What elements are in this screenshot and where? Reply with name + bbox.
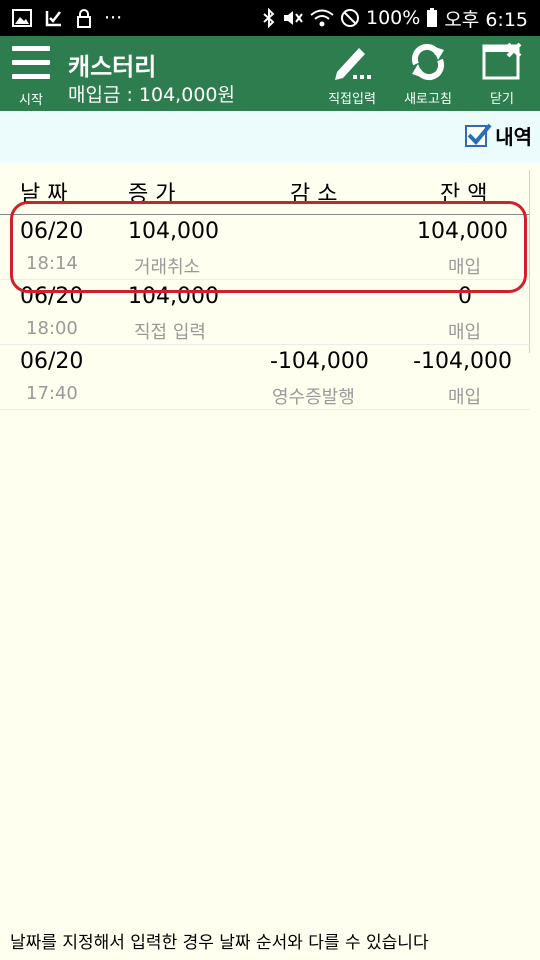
header-increase: 증 가 xyxy=(128,182,176,207)
refresh-label: 새로고침 xyxy=(404,92,452,107)
refresh-icon xyxy=(406,42,450,82)
checkbox-checked-icon xyxy=(465,123,492,147)
menu-button[interactable]: 시작 xyxy=(6,40,56,108)
row-balance: 0 xyxy=(458,284,472,309)
row-increase-note: 거래취소 xyxy=(134,257,201,278)
row-decrease-note: 영수증발행 xyxy=(272,387,355,408)
row-increase: 104,000 xyxy=(128,284,219,309)
direct-input-button[interactable]: 직접입력 xyxy=(312,42,392,108)
history-label: 내역 xyxy=(495,125,532,149)
table-header: 날 짜 증 가 감 소 잔 액 xyxy=(0,170,530,215)
row-balance: -104,000 xyxy=(413,349,512,374)
row-time: 18:00 xyxy=(26,318,78,339)
row-decrease: -104,000 xyxy=(270,349,369,374)
row-balance: 104,000 xyxy=(417,219,508,244)
filter-row: 내역 xyxy=(0,111,540,163)
row-balance-note: 매입 xyxy=(448,322,482,343)
lock-icon xyxy=(76,8,92,28)
table-row[interactable]: 06/20 104,000 0 18:00 직접 입력 매입 xyxy=(0,280,530,345)
header-balance: 잔 액 xyxy=(440,182,488,207)
app-title: 캐스터리 xyxy=(68,53,157,81)
row-time: 18:14 xyxy=(26,253,78,274)
table-row[interactable]: 06/20 104,000 104,000 18:14 거래취소 매입 xyxy=(0,215,530,280)
row-date: 06/20 xyxy=(20,219,84,244)
gallery-icon xyxy=(12,9,32,27)
status-clock: 오후 6:15 xyxy=(444,8,528,31)
app-bar: 시작 캐스터리 매입금 : 104,000원 직접입력 새로고침 닫기 xyxy=(0,36,540,111)
history-checkbox[interactable]: 내역 xyxy=(465,121,532,150)
bluetooth-icon xyxy=(262,8,276,28)
row-increase: 104,000 xyxy=(128,219,219,244)
no-sim-icon xyxy=(340,8,360,28)
row-balance-note: 매입 xyxy=(448,257,482,278)
table-row[interactable]: 06/20 -104,000 -104,000 17:40 영수증발행 매입 xyxy=(0,345,530,410)
row-increase-note: 직접 입력 xyxy=(134,322,206,343)
battery-icon xyxy=(426,8,438,28)
more-notifications-icon: ··· xyxy=(104,7,123,29)
row-date: 06/20 xyxy=(20,284,84,309)
row-time: 17:40 xyxy=(26,383,78,404)
close-label: 닫기 xyxy=(490,92,514,107)
row-balance-note: 매입 xyxy=(448,387,482,408)
refresh-button[interactable]: 새로고침 xyxy=(388,42,468,108)
hamburger-menu-icon xyxy=(12,46,50,79)
footer-notice: 날짜를 지정해서 입력한 경우 날짜 순서와 다를 수 있습니다 xyxy=(10,933,429,953)
mute-icon xyxy=(282,8,304,28)
direct-input-label: 직접입력 xyxy=(328,92,376,107)
pencil-icon xyxy=(330,42,374,82)
menu-label: 시작 xyxy=(19,93,43,108)
wifi-icon xyxy=(310,8,334,28)
download-check-icon xyxy=(44,8,64,28)
header-decrease: 감 소 xyxy=(290,182,338,207)
header-date: 날 짜 xyxy=(20,182,68,207)
row-date: 06/20 xyxy=(20,349,84,374)
purchase-amount: 매입금 : 104,000원 xyxy=(68,84,235,106)
battery-percent: 100% xyxy=(366,7,421,29)
close-button[interactable]: 닫기 xyxy=(462,42,540,108)
status-bar: ··· 100% 오후 6:15 xyxy=(0,0,540,36)
close-window-icon xyxy=(480,42,524,82)
